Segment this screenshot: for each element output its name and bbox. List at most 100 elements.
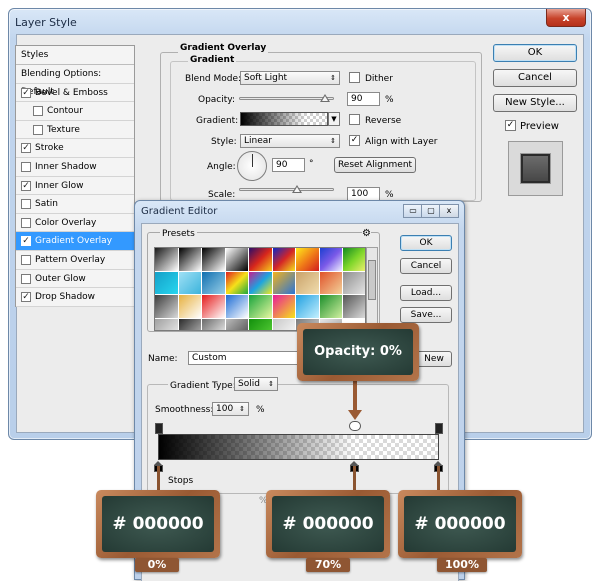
style-checkbox[interactable]: ✓ xyxy=(21,143,31,154)
style-item-inner-shadow[interactable]: Inner Shadow xyxy=(16,158,134,177)
cancel-button[interactable]: Cancel xyxy=(493,69,577,87)
ge-ok-button[interactable]: OK xyxy=(400,235,452,251)
preset-swatch[interactable] xyxy=(296,248,320,272)
style-item-inner-glow[interactable]: ✓ Inner Glow xyxy=(16,177,134,196)
dither-checkbox[interactable] xyxy=(349,72,360,83)
preview-checkbox[interactable]: ✓ xyxy=(505,120,516,131)
preset-swatch[interactable] xyxy=(202,271,226,295)
new-style-button[interactable]: New Style... xyxy=(493,94,577,112)
style-checkbox[interactable] xyxy=(21,161,31,172)
blend-mode-select[interactable]: Soft Light ⇕ xyxy=(240,71,340,85)
presets-scrollbar[interactable] xyxy=(366,247,378,331)
ge-cancel-button[interactable]: Cancel xyxy=(400,258,452,274)
scale-input[interactable]: 100 xyxy=(347,187,380,201)
preset-swatch[interactable] xyxy=(225,248,249,272)
gear-icon[interactable]: ⚙ xyxy=(362,228,371,239)
preset-swatch[interactable] xyxy=(272,318,296,330)
style-checkbox[interactable] xyxy=(21,199,31,210)
style-select[interactable]: Linear ⇕ xyxy=(240,134,340,148)
styles-header[interactable]: Styles xyxy=(16,46,134,65)
style-checkbox[interactable] xyxy=(33,106,43,117)
preset-swatch[interactable] xyxy=(155,271,179,295)
gradient-type-select[interactable]: Solid ⇕ xyxy=(234,377,278,391)
style-item-bevel-emboss[interactable]: ✓ Bevel & Emboss xyxy=(16,84,134,103)
gradient-preview-bar[interactable] xyxy=(158,434,439,460)
preset-swatch[interactable] xyxy=(178,318,202,330)
stop-pct-label-2: 100% xyxy=(437,558,487,572)
style-item-blending-options-default[interactable]: Blending Options: Default xyxy=(16,65,134,97)
preset-swatch[interactable] xyxy=(178,248,202,272)
close-button[interactable]: x xyxy=(546,9,586,27)
smoothness-select[interactable]: 100 ⇕ xyxy=(212,402,249,416)
preset-swatch[interactable] xyxy=(178,295,202,319)
minimize-icon[interactable]: ▭ xyxy=(403,204,423,218)
preset-swatch[interactable] xyxy=(272,248,296,272)
style-item-stroke[interactable]: ✓ Stroke xyxy=(16,139,134,158)
preset-swatch[interactable] xyxy=(225,295,249,319)
preset-swatch[interactable] xyxy=(225,271,249,295)
preset-swatch[interactable] xyxy=(202,295,226,319)
preset-swatch[interactable] xyxy=(178,271,202,295)
opacity-stop-left[interactable] xyxy=(155,423,163,434)
new-gradient-button[interactable]: New xyxy=(416,351,452,367)
ok-button[interactable]: OK xyxy=(493,44,577,62)
opacity-callout-text: Opacity: 0% xyxy=(303,329,413,375)
preset-swatch[interactable] xyxy=(202,318,226,330)
preset-swatch[interactable] xyxy=(249,271,273,295)
opacity-midpoint-stop[interactable] xyxy=(349,421,361,431)
close-icon[interactable]: x xyxy=(439,204,459,218)
reverse-checkbox[interactable] xyxy=(349,114,360,125)
style-item-satin[interactable]: Satin xyxy=(16,195,134,214)
ge-save-button[interactable]: Save... xyxy=(400,307,452,323)
style-checkbox[interactable] xyxy=(21,217,31,228)
opacity-stop-right[interactable] xyxy=(435,423,443,434)
preset-swatch[interactable] xyxy=(155,248,179,272)
style-checkbox[interactable] xyxy=(21,273,31,284)
preset-swatch[interactable] xyxy=(202,248,226,272)
preset-swatch[interactable] xyxy=(249,318,273,330)
scale-slider-thumb[interactable] xyxy=(292,185,302,193)
preset-swatch[interactable] xyxy=(319,295,343,319)
preset-swatch[interactable] xyxy=(272,295,296,319)
style-item-drop-shadow[interactable]: ✓ Drop Shadow xyxy=(16,288,134,307)
dropdown-arrow-icon[interactable]: ▼ xyxy=(328,112,340,126)
style-checkbox[interactable]: ✓ xyxy=(21,236,31,247)
preset-swatch[interactable] xyxy=(319,271,343,295)
style-checkbox[interactable] xyxy=(21,254,31,265)
scrollbar-thumb[interactable] xyxy=(368,260,376,300)
preset-swatch[interactable] xyxy=(319,248,343,272)
maximize-icon[interactable]: ▢ xyxy=(421,204,441,218)
preset-swatch[interactable] xyxy=(296,295,320,319)
reset-alignment-button[interactable]: Reset Alignment xyxy=(334,157,416,173)
style-checkbox[interactable] xyxy=(33,124,43,135)
style-item-pattern-overlay[interactable]: Pattern Overlay xyxy=(16,251,134,270)
preset-swatch[interactable] xyxy=(155,295,179,319)
ge-load-button[interactable]: Load... xyxy=(400,285,452,301)
style-item-texture[interactable]: Texture xyxy=(16,121,134,140)
style-checkbox[interactable]: ✓ xyxy=(21,292,31,303)
style-item-gradient-overlay[interactable]: ✓ Gradient Overlay xyxy=(16,232,134,251)
preset-swatch[interactable] xyxy=(249,248,273,272)
presets-swatch-grid[interactable] xyxy=(154,247,366,331)
preset-swatch[interactable] xyxy=(272,271,296,295)
preset-swatch[interactable] xyxy=(343,271,365,295)
gradient-picker[interactable] xyxy=(240,112,328,126)
scale-slider[interactable] xyxy=(239,188,334,191)
style-checkbox[interactable]: ✓ xyxy=(21,180,31,191)
style-item-contour[interactable]: Contour xyxy=(16,102,134,121)
preset-swatch[interactable] xyxy=(296,271,320,295)
opacity-slider-thumb[interactable] xyxy=(320,94,330,102)
preset-swatch[interactable] xyxy=(225,318,249,330)
style-checkbox[interactable]: ✓ xyxy=(21,87,31,98)
align-checkbox[interactable]: ✓ xyxy=(349,135,360,146)
opacity-input[interactable]: 90 xyxy=(347,92,380,106)
preset-swatch[interactable] xyxy=(155,318,179,330)
style-item-outer-glow[interactable]: Outer Glow xyxy=(16,270,134,289)
preset-swatch[interactable] xyxy=(343,295,365,319)
angle-dial[interactable] xyxy=(237,151,267,181)
preset-swatch[interactable] xyxy=(343,248,365,272)
preset-swatch[interactable] xyxy=(249,295,273,319)
name-input[interactable]: Custom xyxy=(188,351,308,365)
style-item-color-overlay[interactable]: Color Overlay xyxy=(16,214,134,233)
angle-input[interactable]: 90 xyxy=(272,158,305,172)
